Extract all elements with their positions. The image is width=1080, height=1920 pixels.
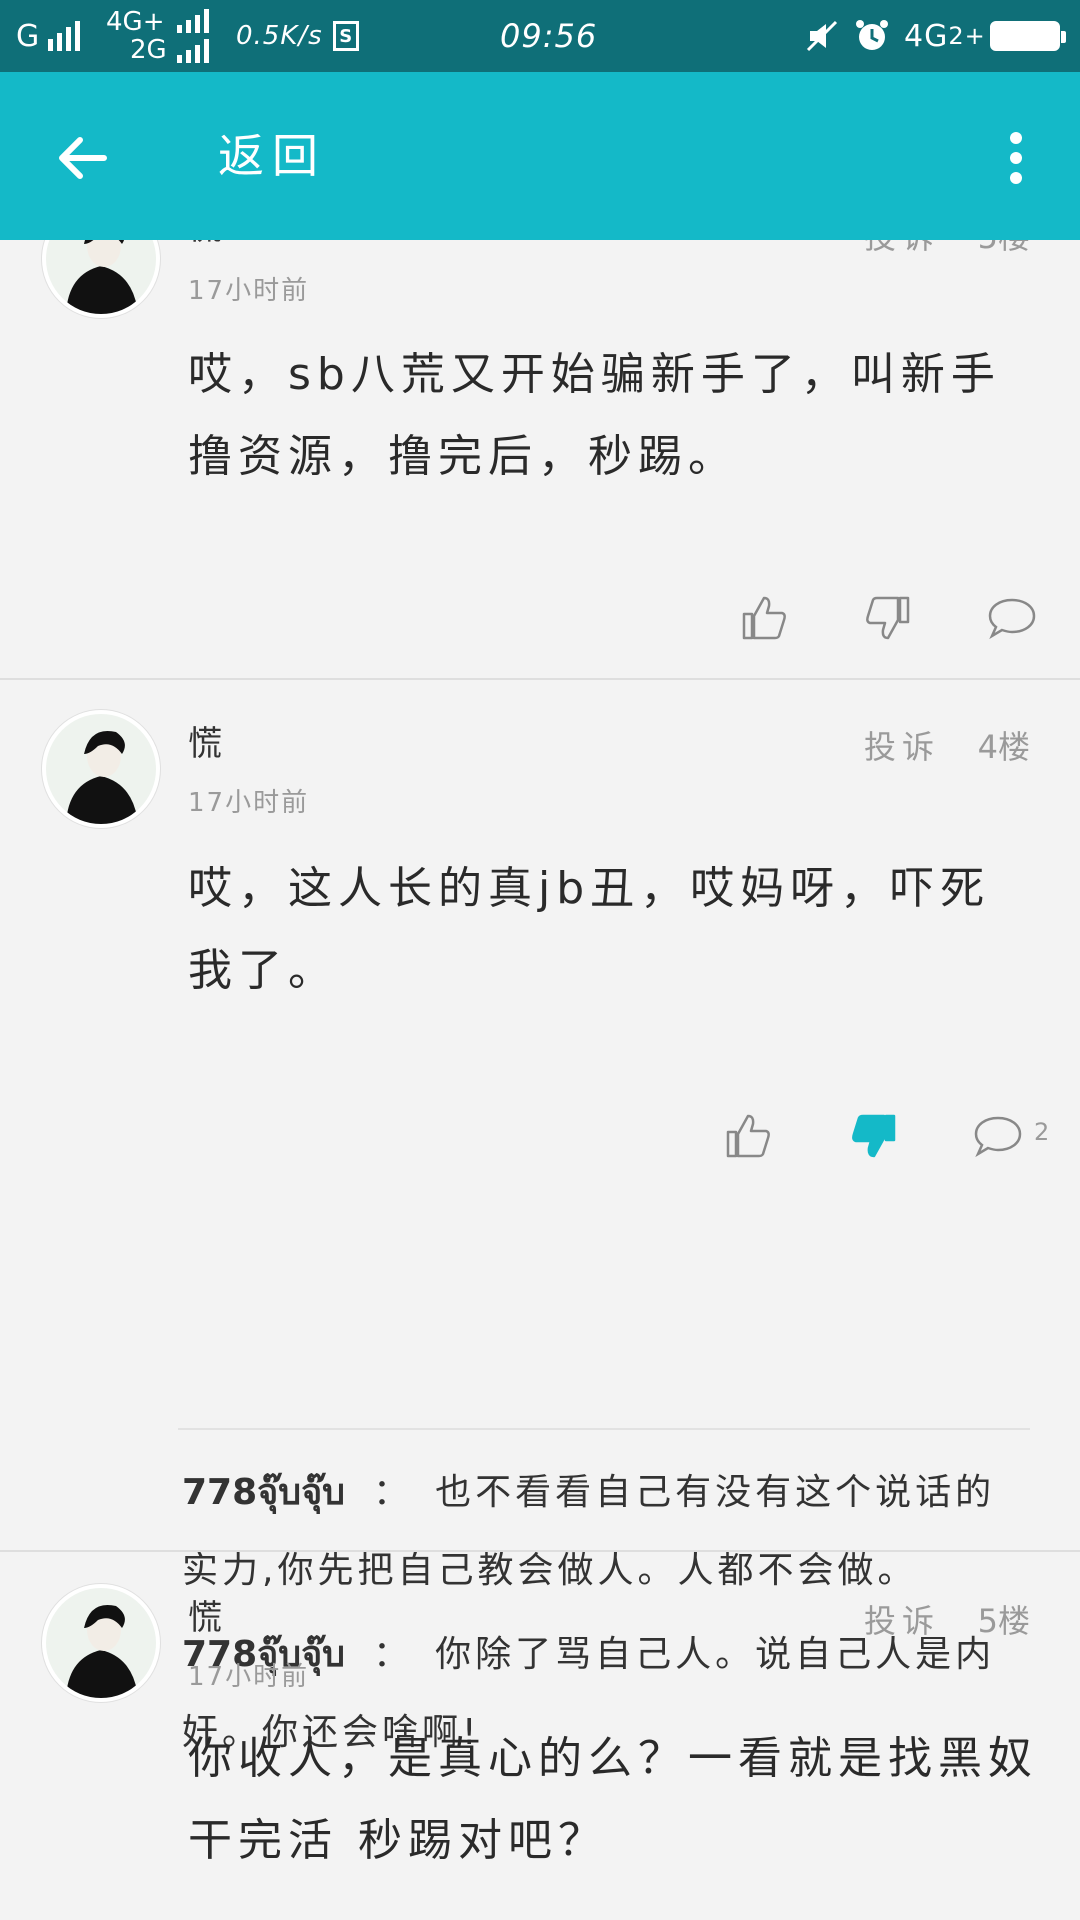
dislike-button[interactable]: [856, 586, 920, 650]
report-button[interactable]: 投诉: [864, 722, 940, 768]
divider: [0, 678, 1080, 680]
floor-number: 4楼: [977, 728, 1030, 766]
signal-group-2: 4G+ 2G: [106, 0, 209, 72]
reply-count: 2: [1034, 1118, 1050, 1146]
data-saver-icon: S: [332, 21, 359, 51]
thumbs-up-icon: [742, 596, 786, 640]
reply-item[interactable]: 778จุ๊บจุ๊บ：也不看看自己有没有这个说话的实力,你先把自己教会做人。人…: [182, 1454, 1022, 1610]
like-button[interactable]: [732, 586, 796, 650]
user-name[interactable]: 慌: [188, 716, 222, 765]
network-type: 4G 2+: [904, 18, 986, 54]
signal-icon: [176, 39, 209, 63]
reply-colon: ：: [373, 1634, 414, 1675]
report-button[interactable]: 投诉: [864, 240, 940, 258]
carrier-label-3: 2G: [130, 35, 167, 65]
comment-bubble-icon: [988, 598, 1036, 640]
floor-number: 5楼: [977, 1602, 1030, 1640]
mute-icon: [804, 0, 840, 72]
net-speed: 0.5K/s S: [236, 0, 359, 72]
report-button[interactable]: 投诉: [864, 1596, 940, 1642]
carrier-label-1: G: [16, 18, 41, 54]
like-button[interactable]: [716, 1104, 780, 1168]
thumbs-down-icon: [866, 596, 910, 640]
divider: [0, 1550, 1080, 1552]
post-time: 17小时前: [188, 788, 310, 818]
post-time: 17小时前: [188, 1662, 310, 1692]
battery-wrap: [990, 0, 1066, 72]
reply-button[interactable]: [966, 1104, 1030, 1168]
user-name[interactable]: 慌: [188, 240, 222, 249]
app-bar: 返回: [0, 72, 1080, 240]
alarm-icon: [854, 0, 890, 72]
reply-author[interactable]: 778จุ๊บจุ๊บ: [182, 1472, 345, 1513]
post-body: 哎，sb八荒又开始骗新手了，叫新手撸资源，撸完后，秒踢。: [188, 349, 1001, 482]
avatar[interactable]: [42, 710, 160, 828]
carrier-label-2: 4G+: [106, 7, 165, 37]
floor-number: 5楼: [978, 240, 1030, 258]
signal-icon: [176, 9, 209, 33]
avatar[interactable]: [42, 240, 160, 318]
post-body: 哎，这人长的真jb丑，哎妈呀，吓死我了。: [188, 863, 991, 996]
signal-icon: [48, 21, 81, 51]
back-arrow-icon: [59, 137, 107, 179]
page-title: 返回: [218, 129, 326, 183]
more-options-button[interactable]: [986, 116, 1046, 200]
reply-divider: [178, 1428, 1030, 1430]
signal-group-1: G: [16, 0, 81, 72]
thumbs-down-icon: [852, 1114, 896, 1158]
battery-icon: [990, 21, 1066, 51]
user-name[interactable]: 慌: [188, 1590, 222, 1639]
avatar[interactable]: [42, 1584, 160, 1702]
clock: 09:56: [500, 17, 598, 55]
reply-button[interactable]: [980, 586, 1044, 650]
dislike-button[interactable]: [842, 1104, 906, 1168]
comment-bubble-icon: [974, 1116, 1022, 1158]
post-time: 17小时前: [188, 276, 310, 306]
more-vert-icon: [1010, 132, 1022, 144]
reply-colon: ：: [373, 1472, 414, 1513]
post-body: 你收人，是真心的么？一看就是找黑奴干完活 秒踢对吧？: [188, 1733, 1038, 1866]
thumbs-up-icon: [726, 1114, 770, 1158]
back-button[interactable]: [40, 116, 124, 200]
status-bar: G 4G+ 2G 0.5K/s S 09:56 4G 2+: [0, 0, 1080, 72]
comment-feed[interactable]: 慌 投诉 5楼 17小时前 哎，sb八荒又开始骗新手了，叫新手撸资源，撸完后，秒…: [0, 240, 1080, 1920]
